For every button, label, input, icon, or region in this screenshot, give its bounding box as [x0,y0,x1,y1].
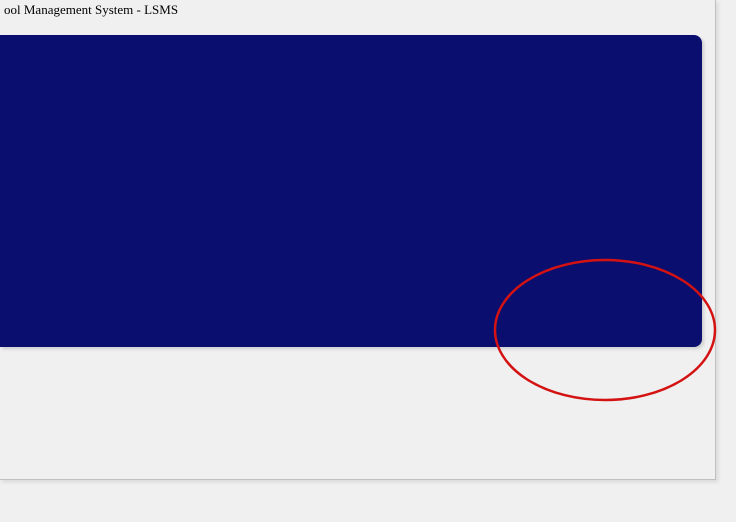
header-banner [0,35,702,347]
app-window: ool Management System - LSMS [0,0,716,480]
window-title: ool Management System - LSMS [4,2,178,17]
title-bar: ool Management System - LSMS [0,0,715,20]
